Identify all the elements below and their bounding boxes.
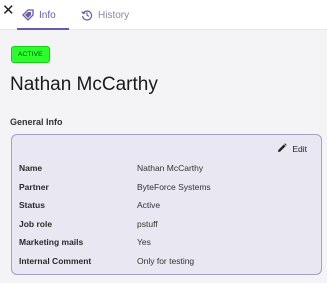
section-title: General Info bbox=[10, 117, 63, 127]
field-row-job-role: Job role pstuff bbox=[19, 217, 315, 231]
field-label: Internal Comment bbox=[19, 256, 92, 266]
field-row-partner: Partner ByteForce Systems bbox=[19, 180, 315, 194]
general-info-card: Edit Name Nathan McCarthy Partner ByteFo… bbox=[11, 134, 322, 275]
field-value: Active bbox=[137, 200, 161, 210]
field-label: Marketing mails bbox=[19, 237, 84, 247]
detail-panel: ACTIVE Nathan McCarthy General Info Edit… bbox=[0, 30, 327, 283]
field-value: ByteForce Systems bbox=[137, 182, 211, 192]
field-value: Only for testing bbox=[137, 256, 195, 266]
field-value: pstuff bbox=[137, 219, 158, 229]
top-bar: ✕ Info History bbox=[0, 0, 327, 30]
close-icon[interactable]: ✕ bbox=[2, 3, 16, 19]
tab-history-label: History bbox=[98, 9, 130, 21]
field-value: Yes bbox=[137, 237, 151, 247]
field-row-internal-comment: Internal Comment Only for testing bbox=[19, 254, 315, 268]
tag-icon bbox=[22, 9, 34, 21]
tab-info[interactable]: Info bbox=[22, 0, 56, 30]
field-row-status: Status Active bbox=[19, 198, 315, 212]
edit-button[interactable]: Edit bbox=[277, 143, 307, 155]
field-label: Status bbox=[19, 200, 45, 210]
status-badge: ACTIVE bbox=[11, 46, 50, 63]
field-value: Nathan McCarthy bbox=[137, 163, 204, 173]
page-title: Nathan McCarthy bbox=[10, 74, 158, 95]
field-label: Job role bbox=[19, 219, 53, 229]
pencil-icon bbox=[277, 143, 288, 155]
tab-history[interactable]: History bbox=[81, 0, 129, 30]
field-label: Name bbox=[19, 163, 43, 173]
tab-info-label: Info bbox=[39, 9, 56, 21]
history-icon bbox=[81, 9, 93, 21]
field-row-name: Name Nathan McCarthy bbox=[19, 161, 315, 175]
field-row-marketing-mails: Marketing mails Yes bbox=[19, 235, 315, 249]
field-label: Partner bbox=[19, 182, 49, 192]
edit-label: Edit bbox=[292, 144, 307, 154]
